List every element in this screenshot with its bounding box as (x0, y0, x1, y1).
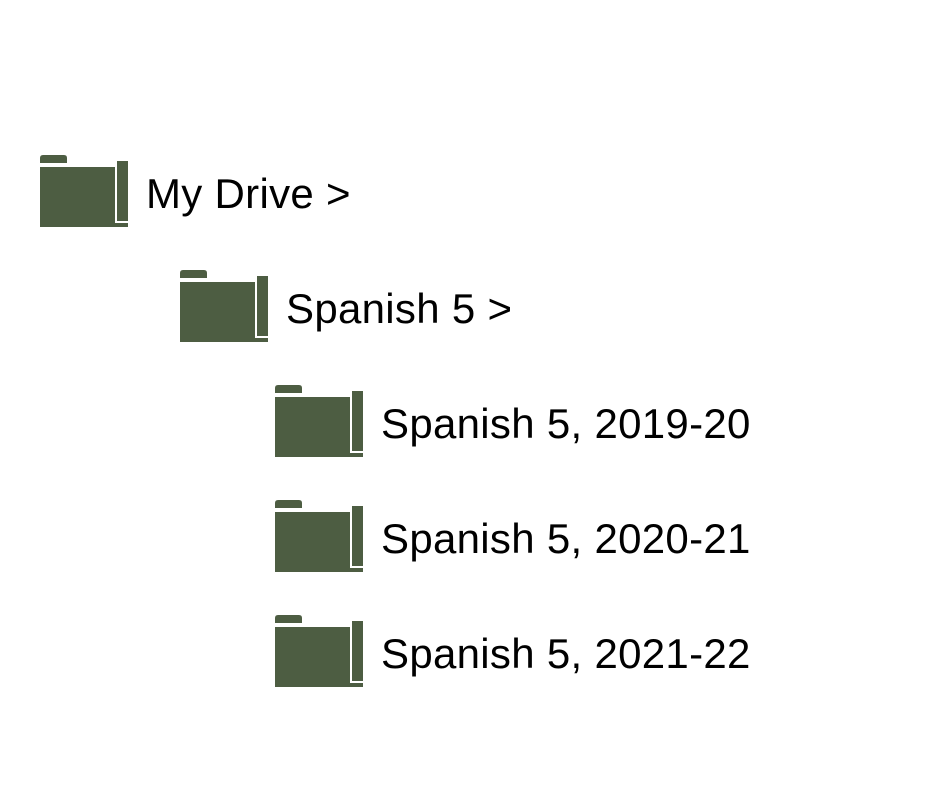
folder-tree: My Drive > Spanish 5 > Spanish 5, 2019-2… (40, 155, 751, 730)
folder-label: My Drive > (146, 170, 351, 218)
folder-label: Spanish 5, 2019-20 (381, 400, 751, 448)
folder-label: Spanish 5 > (286, 285, 512, 333)
folder-icon (275, 615, 363, 692)
folder-label: Spanish 5, 2020-21 (381, 515, 751, 563)
folder-label: Spanish 5, 2021-22 (381, 630, 751, 678)
folder-icon (40, 155, 128, 232)
folder-icon (275, 385, 363, 462)
folder-icon (180, 270, 268, 347)
folder-row-my-drive[interactable]: My Drive > (40, 155, 751, 232)
folder-row-spanish-5-2019-20[interactable]: Spanish 5, 2019-20 (275, 385, 751, 462)
folder-row-spanish-5[interactable]: Spanish 5 > (180, 270, 751, 347)
folder-icon (275, 500, 363, 577)
folder-row-spanish-5-2020-21[interactable]: Spanish 5, 2020-21 (275, 500, 751, 577)
folder-row-spanish-5-2021-22[interactable]: Spanish 5, 2021-22 (275, 615, 751, 692)
